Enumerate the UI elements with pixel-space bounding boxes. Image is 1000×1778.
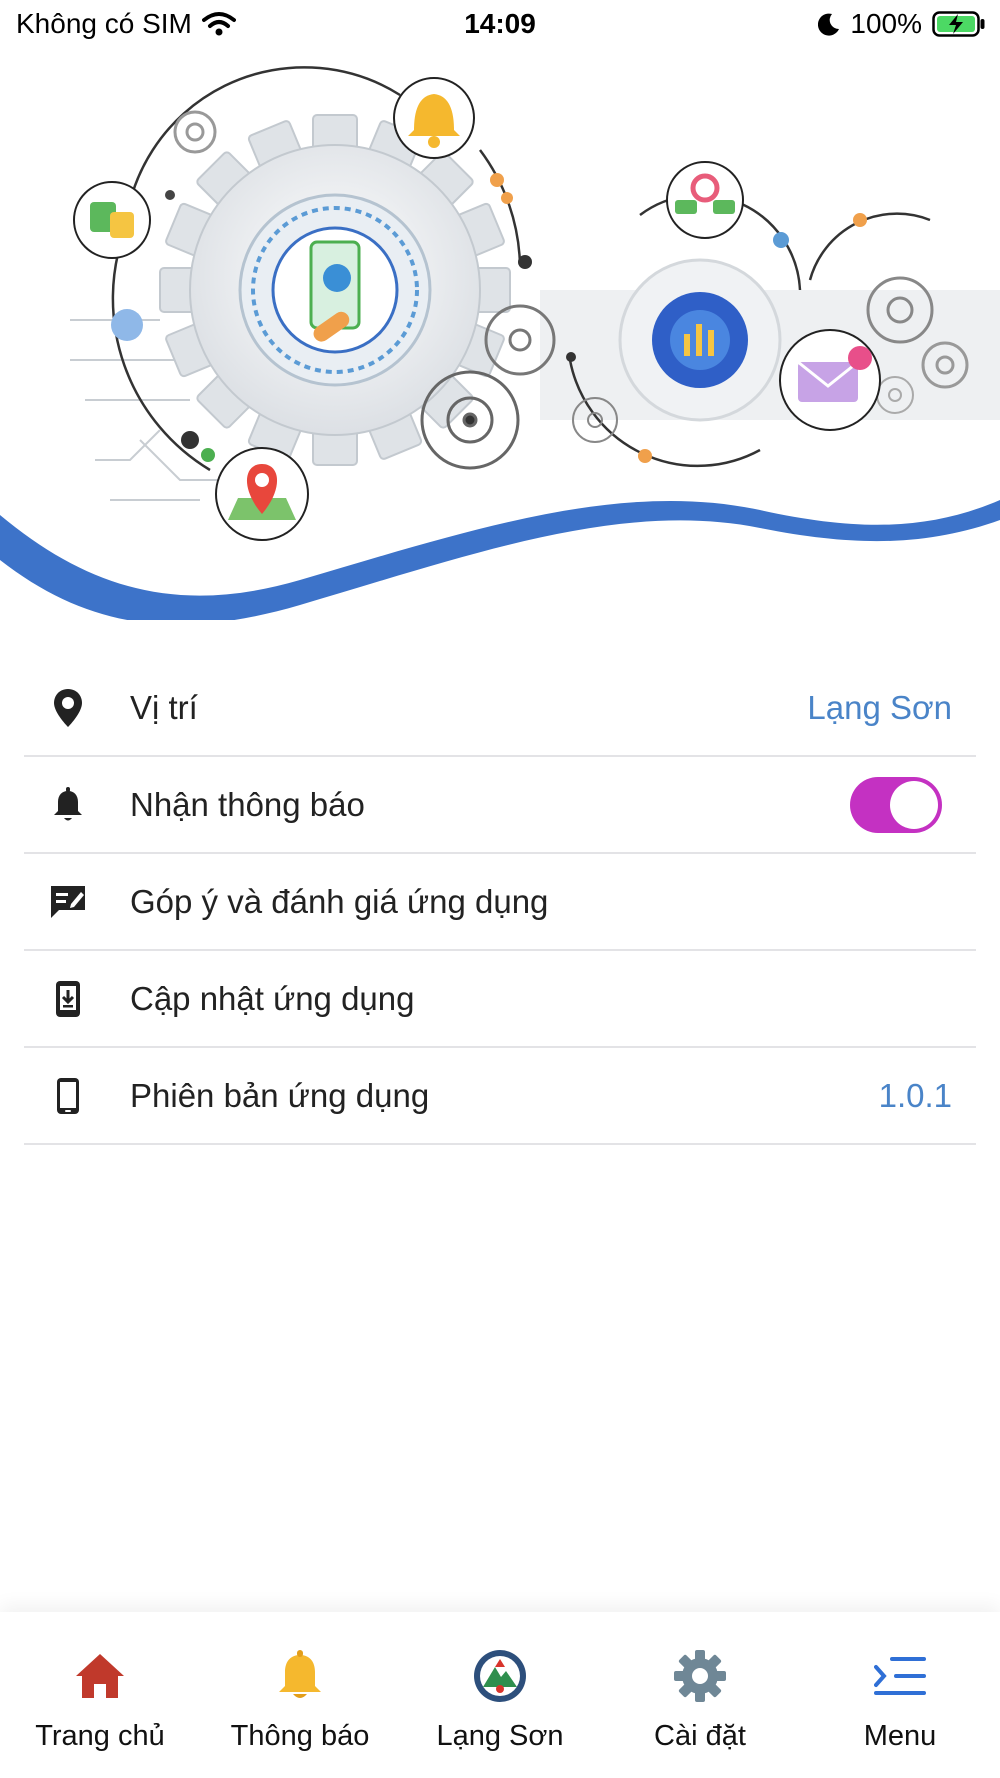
- bell-icon: [46, 783, 90, 827]
- battery-percent: 100%: [850, 8, 922, 39]
- version-value: 1.0.1: [878, 1076, 952, 1114]
- tab-notifications[interactable]: Thông báo: [200, 1612, 400, 1778]
- tab-label: Menu: [863, 1720, 937, 1752]
- status-bar: Không có SIM 14:09 100%: [0, 0, 1000, 50]
- battery-charging-icon: [932, 11, 985, 37]
- tab-home[interactable]: Trang chủ: [0, 1612, 200, 1778]
- setting-location[interactable]: Vị trí Lạng Sơn: [24, 660, 976, 757]
- download-update-icon: [46, 977, 90, 1021]
- hero-illustration: [0, 45, 1000, 620]
- notifications-toggle[interactable]: [850, 776, 942, 833]
- tab-label: Cài đặt: [654, 1720, 746, 1752]
- setting-label: Góp ý và đánh giá ứng dụng: [130, 882, 549, 920]
- feedback-icon: [46, 880, 90, 924]
- setting-label: Vị trí: [130, 688, 198, 726]
- settings-list: Vị trí Lạng Sơn Nhận thông báo Góp ý và …: [24, 660, 976, 1145]
- tab-label: Trang chủ: [35, 1720, 165, 1752]
- emblem-icon: [472, 1648, 528, 1704]
- setting-notifications: Nhận thông báo: [24, 757, 976, 854]
- location-pin-icon: [46, 686, 90, 730]
- setting-label: Nhận thông báo: [130, 785, 365, 823]
- status-right: 100%: [818, 8, 986, 40]
- tab-label: Lạng Sơn: [436, 1720, 564, 1752]
- setting-label: Phiên bản ứng dụng: [130, 1076, 430, 1114]
- location-value[interactable]: Lạng Sơn: [807, 689, 952, 727]
- gear-icon: [672, 1648, 728, 1704]
- menu-icon: [872, 1648, 928, 1704]
- tab-lang-son[interactable]: Lạng Sơn: [400, 1612, 600, 1778]
- moon-icon: [818, 13, 840, 36]
- home-icon: [72, 1648, 128, 1704]
- bell-icon: [272, 1648, 328, 1704]
- tab-menu[interactable]: Menu: [800, 1612, 1000, 1778]
- setting-update[interactable]: Cập nhật ứng dụng: [24, 951, 976, 1048]
- setting-feedback[interactable]: Góp ý và đánh giá ứng dụng: [24, 854, 976, 951]
- setting-version: Phiên bản ứng dụng 1.0.1: [24, 1048, 976, 1145]
- gears-illustration: [0, 66, 1000, 620]
- tab-settings[interactable]: Cài đặt: [600, 1612, 800, 1778]
- setting-label: Cập nhật ứng dụng: [130, 979, 415, 1017]
- tab-label: Thông báo: [230, 1720, 370, 1752]
- phone-icon: [46, 1074, 90, 1118]
- tab-bar: Trang chủ Thông báo Lạng Sơn Cài đặt Men…: [0, 1612, 1000, 1778]
- toggle-knob: [890, 780, 938, 829]
